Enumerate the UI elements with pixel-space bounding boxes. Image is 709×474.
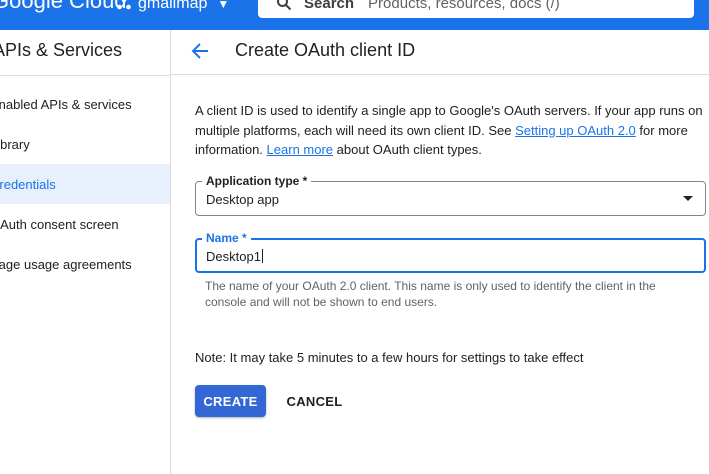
dropdown-arrow-icon (683, 196, 693, 201)
setting-up-oauth-link[interactable]: Setting up OAuth 2.0 (515, 123, 636, 138)
sidebar-item-enabled-apis[interactable]: Enabled APIs & services (0, 84, 170, 124)
sidebar-item-label: Credentials (0, 176, 56, 192)
project-name: gmailmap (138, 0, 208, 12)
application-type-label: Application type * (202, 174, 312, 188)
intro-text-part: about OAuth client types. (333, 142, 482, 157)
intro-text: A client ID is used to identify a single… (195, 101, 705, 160)
name-field[interactable]: Name * Desktop1 (195, 231, 706, 273)
settings-note: Note: It may take 5 minutes to a few hou… (195, 350, 584, 365)
search-placeholder: Products, resources, docs (/) (368, 0, 560, 12)
sidebar-divider (0, 75, 170, 76)
sidebar-item-page-usage[interactable]: Page usage agreements (0, 244, 170, 284)
search-icon (277, 0, 292, 11)
search-bar[interactable]: Search Products, resources, docs (/) (256, 0, 696, 20)
sidebar-item-label: Library (0, 136, 30, 152)
sidebar: APIs & Services Enabled APIs & services … (0, 30, 171, 474)
project-dots-icon (117, 0, 131, 10)
sidebar-nav: Enabled APIs & services Library Credenti… (0, 84, 170, 284)
chevron-down-icon: ▼ (217, 0, 230, 11)
page-title: Create OAuth client ID (235, 40, 416, 60)
create-button[interactable]: CREATE (195, 385, 266, 417)
top-bar: Google Cloud gmailmap ▼ Search Products,… (0, 0, 709, 30)
sidebar-item-credentials[interactable]: Credentials (0, 164, 170, 204)
sidebar-item-oauth-consent[interactable]: OAuth consent screen (0, 204, 170, 244)
name-field-label: Name * (202, 231, 251, 245)
application-type-select[interactable]: Application type * Desktop app (195, 174, 706, 216)
name-field-value-wrap: Desktop1 (206, 249, 263, 264)
sidebar-item-label: Enabled APIs & services (0, 96, 132, 112)
page-header: Create OAuth client ID (171, 30, 709, 75)
main-content: Create OAuth client ID A client ID is us… (171, 30, 709, 474)
sidebar-item-label: Page usage agreements (0, 256, 132, 272)
name-helper-text: The name of your OAuth 2.0 client. This … (205, 279, 656, 309)
learn-more-link[interactable]: Learn more (267, 142, 333, 157)
sidebar-title: APIs & Services (0, 40, 123, 60)
search-label: Search (304, 0, 355, 12)
back-arrow-icon[interactable] (189, 40, 211, 62)
cancel-button[interactable]: CANCEL (277, 385, 352, 417)
sidebar-item-label: OAuth consent screen (0, 216, 119, 232)
project-selector[interactable]: gmailmap ▼ (116, 0, 229, 17)
text-cursor (261, 249, 263, 263)
application-type-value: Desktop app (206, 192, 279, 207)
google-cloud-logo[interactable]: Google Cloud (0, 0, 127, 14)
name-field-value: Desktop1 (206, 249, 261, 264)
sidebar-item-library[interactable]: Library (0, 124, 170, 164)
